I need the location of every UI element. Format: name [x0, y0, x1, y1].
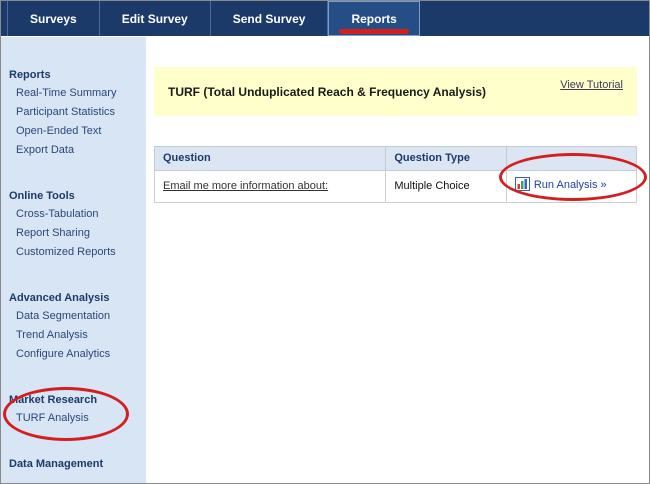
column-header-question: Question [155, 147, 386, 171]
page-body: Reports Real-Time Summary Participant St… [1, 37, 649, 484]
tab-send-survey-label: Send Survey [233, 12, 306, 26]
sidebar: Reports Real-Time Summary Participant St… [1, 37, 146, 484]
tab-reports[interactable]: Reports [328, 1, 419, 36]
sidebar-item-turf-analysis[interactable]: TURF Analysis [1, 409, 146, 428]
sidebar-heading-advanced-analysis: Advanced Analysis [1, 290, 146, 307]
tab-send-survey[interactable]: Send Survey [211, 1, 329, 36]
sidebar-item-report-sharing[interactable]: Report Sharing [1, 224, 146, 243]
sidebar-heading-online-tools: Online Tools [1, 188, 146, 205]
sidebar-section-market-research: Market Research TURF Analysis [1, 392, 146, 428]
chart-icon[interactable] [515, 177, 530, 196]
question-cell: Email me more information about: [155, 171, 386, 203]
sidebar-item-cross-tabulation[interactable]: Cross-Tabulation [1, 205, 146, 224]
sidebar-item-export-data[interactable]: Export Data [1, 141, 146, 160]
sidebar-section-online-tools: Online Tools Cross-Tabulation Report Sha… [1, 188, 146, 262]
question-link[interactable]: Email me more information about: [163, 180, 328, 192]
sidebar-item-configure-analytics[interactable]: Configure Analytics [1, 345, 146, 364]
column-header-question-type: Question Type [386, 147, 507, 171]
top-nav: Surveys Edit Survey Send Survey Reports [1, 1, 649, 37]
tab-reports-label: Reports [351, 12, 396, 26]
question-table: Question Question Type Email me more inf… [154, 146, 637, 203]
sidebar-item-real-time-summary[interactable]: Real-Time Summary [1, 84, 146, 103]
annotation-reports-underline [339, 29, 408, 34]
sidebar-section-data-management: Data Management [1, 456, 146, 473]
question-type-cell: Multiple Choice [386, 171, 507, 203]
tab-surveys-label: Surveys [30, 12, 77, 26]
column-header-action [506, 147, 636, 171]
page-title: TURF (Total Unduplicated Reach & Frequen… [168, 79, 486, 100]
turf-title-box: TURF (Total Unduplicated Reach & Frequen… [154, 67, 637, 116]
sidebar-item-open-ended-text[interactable]: Open-Ended Text [1, 122, 146, 141]
sidebar-heading-reports: Reports [1, 67, 146, 84]
tab-surveys[interactable]: Surveys [7, 1, 100, 36]
sidebar-item-participant-statistics[interactable]: Participant Statistics [1, 103, 146, 122]
sidebar-section-advanced-analysis: Advanced Analysis Data Segmentation Tren… [1, 290, 146, 364]
table-row: Email me more information about: Multipl… [155, 171, 637, 203]
app-window: Surveys Edit Survey Send Survey Reports … [0, 0, 650, 484]
view-tutorial-link[interactable]: View Tutorial [560, 79, 623, 91]
sidebar-section-reports: Reports Real-Time Summary Participant St… [1, 67, 146, 160]
run-analysis-link[interactable]: Run Analysis » [534, 179, 607, 191]
sidebar-item-customized-reports[interactable]: Customized Reports [1, 243, 146, 262]
table-header-row: Question Question Type [155, 147, 637, 171]
sidebar-heading-data-management: Data Management [1, 456, 146, 473]
tab-edit-survey[interactable]: Edit Survey [100, 1, 211, 36]
tab-edit-survey-label: Edit Survey [122, 12, 188, 26]
action-cell: Run Analysis » [506, 171, 636, 203]
sidebar-item-trend-analysis[interactable]: Trend Analysis [1, 326, 146, 345]
main-content: TURF (Total Unduplicated Reach & Frequen… [146, 37, 649, 484]
sidebar-heading-market-research: Market Research [1, 392, 146, 409]
sidebar-item-data-segmentation[interactable]: Data Segmentation [1, 307, 146, 326]
